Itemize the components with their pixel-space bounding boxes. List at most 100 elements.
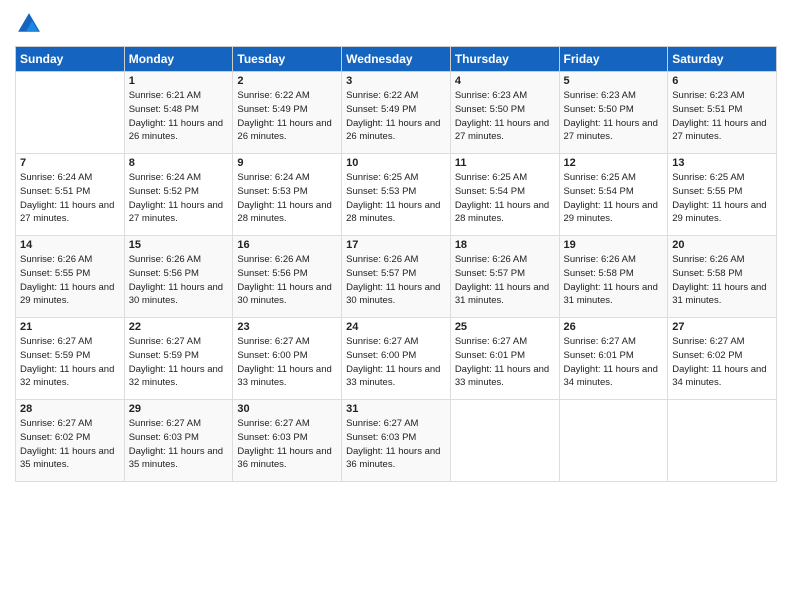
calendar-cell: 9 Sunrise: 6:24 AMSunset: 5:53 PMDaylight… xyxy=(233,154,342,236)
logo xyxy=(15,10,47,38)
day-info: Sunrise: 6:26 AMSunset: 5:56 PMDaylight:… xyxy=(129,253,229,308)
day-info: Sunrise: 6:25 AMSunset: 5:55 PMDaylight:… xyxy=(672,171,772,226)
day-info: Sunrise: 6:23 AMSunset: 5:50 PMDaylight:… xyxy=(564,89,664,144)
day-info: Sunrise: 6:26 AMSunset: 5:56 PMDaylight:… xyxy=(237,253,337,308)
day-info: Sunrise: 6:24 AMSunset: 5:53 PMDaylight:… xyxy=(237,171,337,226)
day-number: 29 xyxy=(129,403,229,415)
day-number: 20 xyxy=(672,239,772,251)
day-header-wednesday: Wednesday xyxy=(342,47,451,72)
week-row-5: 28 Sunrise: 6:27 AMSunset: 6:02 PMDayligh… xyxy=(16,400,777,482)
day-number: 9 xyxy=(237,157,337,169)
day-number: 14 xyxy=(20,239,120,251)
calendar-cell: 14 Sunrise: 6:26 AMSunset: 5:55 PMDayligh… xyxy=(16,236,125,318)
day-header-saturday: Saturday xyxy=(668,47,777,72)
day-info: Sunrise: 6:27 AMSunset: 5:59 PMDaylight:… xyxy=(20,335,120,390)
day-number: 13 xyxy=(672,157,772,169)
day-info: Sunrise: 6:23 AMSunset: 5:51 PMDaylight:… xyxy=(672,89,772,144)
day-info: Sunrise: 6:27 AMSunset: 6:01 PMDaylight:… xyxy=(564,335,664,390)
calendar-cell: 4 Sunrise: 6:23 AMSunset: 5:50 PMDaylight… xyxy=(450,72,559,154)
day-number: 6 xyxy=(672,75,772,87)
day-info: Sunrise: 6:26 AMSunset: 5:55 PMDaylight:… xyxy=(20,253,120,308)
day-number: 7 xyxy=(20,157,120,169)
day-number: 8 xyxy=(129,157,229,169)
day-info: Sunrise: 6:24 AMSunset: 5:52 PMDaylight:… xyxy=(129,171,229,226)
calendar-cell: 23Sunrise: 6:27 AMSunset: 6:00 PMDayligh… xyxy=(233,318,342,400)
day-number: 31 xyxy=(346,403,446,415)
calendar-cell: 31 Sunrise: 6:27 AMSunset: 6:03 PMDayligh… xyxy=(342,400,451,482)
day-info: Sunrise: 6:27 AMSunset: 6:01 PMDaylight:… xyxy=(455,335,555,390)
day-info: Sunrise: 6:27 AMSunset: 6:02 PMDaylight:… xyxy=(672,335,772,390)
calendar-cell: 19 Sunrise: 6:26 AMSunset: 5:58 PMDayligh… xyxy=(559,236,668,318)
day-number: 5 xyxy=(564,75,664,87)
calendar-cell: 3Sunrise: 6:22 AMSunset: 5:49 PMDaylight… xyxy=(342,72,451,154)
day-info: Sunrise: 6:26 AMSunset: 5:58 PMDaylight:… xyxy=(672,253,772,308)
day-number: 12 xyxy=(564,157,664,169)
day-info: Sunrise: 6:27 AMSunset: 6:02 PMDaylight:… xyxy=(20,417,120,472)
day-info: Sunrise: 6:27 AMSunset: 5:59 PMDaylight:… xyxy=(129,335,229,390)
day-number: 24 xyxy=(346,321,446,333)
calendar-cell: 17 Sunrise: 6:26 AMSunset: 5:57 PMDayligh… xyxy=(342,236,451,318)
day-number: 4 xyxy=(455,75,555,87)
day-number: 25 xyxy=(455,321,555,333)
header xyxy=(15,10,777,38)
day-info: Sunrise: 6:26 AMSunset: 5:57 PMDaylight:… xyxy=(346,253,446,308)
day-info: Sunrise: 6:27 AMSunset: 6:00 PMDaylight:… xyxy=(237,335,337,390)
day-number: 2 xyxy=(237,75,337,87)
calendar-cell xyxy=(559,400,668,482)
day-header-thursday: Thursday xyxy=(450,47,559,72)
day-number: 17 xyxy=(346,239,446,251)
day-number: 18 xyxy=(455,239,555,251)
day-info: Sunrise: 6:24 AMSunset: 5:51 PMDaylight:… xyxy=(20,171,120,226)
calendar-cell: 18 Sunrise: 6:26 AMSunset: 5:57 PMDayligh… xyxy=(450,236,559,318)
calendar-cell: 22 Sunrise: 6:27 AMSunset: 5:59 PMDayligh… xyxy=(124,318,233,400)
day-number: 10 xyxy=(346,157,446,169)
calendar-cell xyxy=(450,400,559,482)
week-row-2: 7 Sunrise: 6:24 AMSunset: 5:51 PMDaylight… xyxy=(16,154,777,236)
calendar-cell: 15 Sunrise: 6:26 AMSunset: 5:56 PMDayligh… xyxy=(124,236,233,318)
day-info: Sunrise: 6:25 AMSunset: 5:54 PMDaylight:… xyxy=(455,171,555,226)
logo-icon xyxy=(15,10,43,38)
week-row-3: 14 Sunrise: 6:26 AMSunset: 5:55 PMDayligh… xyxy=(16,236,777,318)
calendar-cell: 21Sunrise: 6:27 AMSunset: 5:59 PMDayligh… xyxy=(16,318,125,400)
day-header-monday: Monday xyxy=(124,47,233,72)
day-info: Sunrise: 6:22 AMSunset: 5:49 PMDaylight:… xyxy=(237,89,337,144)
day-number: 22 xyxy=(129,321,229,333)
day-info: Sunrise: 6:23 AMSunset: 5:50 PMDaylight:… xyxy=(455,89,555,144)
calendar-cell xyxy=(668,400,777,482)
day-info: Sunrise: 6:27 AMSunset: 6:03 PMDaylight:… xyxy=(237,417,337,472)
calendar-cell: 7 Sunrise: 6:24 AMSunset: 5:51 PMDaylight… xyxy=(16,154,125,236)
calendar-cell: 5 Sunrise: 6:23 AMSunset: 5:50 PMDaylight… xyxy=(559,72,668,154)
calendar-cell: 25 Sunrise: 6:27 AMSunset: 6:01 PMDayligh… xyxy=(450,318,559,400)
day-info: Sunrise: 6:26 AMSunset: 5:58 PMDaylight:… xyxy=(564,253,664,308)
day-number: 19 xyxy=(564,239,664,251)
header-row: SundayMondayTuesdayWednesdayThursdayFrid… xyxy=(16,47,777,72)
day-number: 28 xyxy=(20,403,120,415)
calendar-cell: 13 Sunrise: 6:25 AMSunset: 5:55 PMDayligh… xyxy=(668,154,777,236)
day-number: 11 xyxy=(455,157,555,169)
calendar-cell: 30Sunrise: 6:27 AMSunset: 6:03 PMDayligh… xyxy=(233,400,342,482)
day-number: 27 xyxy=(672,321,772,333)
day-info: Sunrise: 6:27 AMSunset: 6:00 PMDaylight:… xyxy=(346,335,446,390)
day-info: Sunrise: 6:27 AMSunset: 6:03 PMDaylight:… xyxy=(346,417,446,472)
calendar-cell: 28 Sunrise: 6:27 AMSunset: 6:02 PMDayligh… xyxy=(16,400,125,482)
day-number: 15 xyxy=(129,239,229,251)
day-info: Sunrise: 6:25 AMSunset: 5:53 PMDaylight:… xyxy=(346,171,446,226)
week-row-4: 21Sunrise: 6:27 AMSunset: 5:59 PMDayligh… xyxy=(16,318,777,400)
calendar-cell: 6 Sunrise: 6:23 AMSunset: 5:51 PMDaylight… xyxy=(668,72,777,154)
day-info: Sunrise: 6:21 AMSunset: 5:48 PMDaylight:… xyxy=(129,89,229,144)
calendar-table: SundayMondayTuesdayWednesdayThursdayFrid… xyxy=(15,46,777,482)
day-number: 26 xyxy=(564,321,664,333)
calendar-cell: 29Sunrise: 6:27 AMSunset: 6:03 PMDayligh… xyxy=(124,400,233,482)
calendar-cell: 12 Sunrise: 6:25 AMSunset: 5:54 PMDayligh… xyxy=(559,154,668,236)
calendar-cell: 11 Sunrise: 6:25 AMSunset: 5:54 PMDayligh… xyxy=(450,154,559,236)
calendar-cell: 20 Sunrise: 6:26 AMSunset: 5:58 PMDayligh… xyxy=(668,236,777,318)
calendar-cell: 24 Sunrise: 6:27 AMSunset: 6:00 PMDayligh… xyxy=(342,318,451,400)
calendar-cell: 10 Sunrise: 6:25 AMSunset: 5:53 PMDayligh… xyxy=(342,154,451,236)
page-container: SundayMondayTuesdayWednesdayThursdayFrid… xyxy=(0,0,792,487)
day-header-tuesday: Tuesday xyxy=(233,47,342,72)
calendar-cell xyxy=(16,72,125,154)
day-number: 3 xyxy=(346,75,446,87)
day-info: Sunrise: 6:25 AMSunset: 5:54 PMDaylight:… xyxy=(564,171,664,226)
calendar-cell: 2 Sunrise: 6:22 AMSunset: 5:49 PMDaylight… xyxy=(233,72,342,154)
day-info: Sunrise: 6:26 AMSunset: 5:57 PMDaylight:… xyxy=(455,253,555,308)
